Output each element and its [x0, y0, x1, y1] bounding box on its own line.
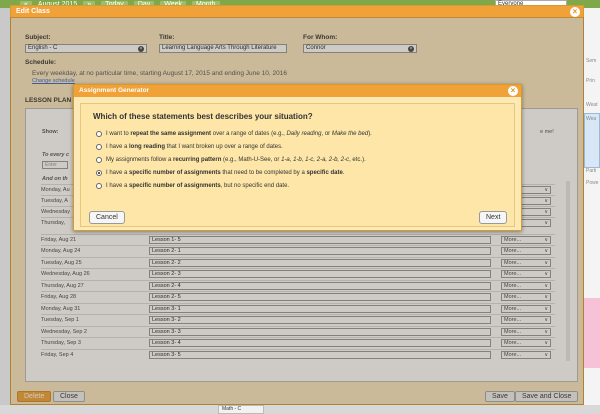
- decorative-image: [584, 298, 600, 368]
- option-no-end-date[interactable]: I have a specific number of assignments,…: [96, 181, 289, 190]
- sidebar-label: Parti: [586, 168, 597, 174]
- close-icon[interactable]: ×: [508, 86, 518, 96]
- radio-button[interactable]: [96, 156, 102, 163]
- sidebar-label: Weat: [586, 102, 598, 108]
- option-long-reading[interactable]: I have a long reading that I want broken…: [96, 142, 283, 151]
- generator-question: Which of these statements best describes…: [93, 112, 313, 121]
- calendar-bottom: Math - C: [0, 405, 600, 414]
- option-text: I have a specific number of assignments …: [106, 169, 345, 176]
- radio-button[interactable]: [96, 182, 102, 189]
- option-text: My assignments follow a recurring patter…: [106, 156, 366, 163]
- assignment-generator-dialog: Assignment Generator × Which of these st…: [73, 84, 522, 231]
- next-button[interactable]: Next: [479, 211, 508, 224]
- option-repeat[interactable]: I want to repeat the same assignment ove…: [96, 129, 372, 138]
- option-specific-date[interactable]: I have a specific number of assignments …: [96, 168, 344, 177]
- radio-button-selected[interactable]: [96, 169, 102, 176]
- option-text: I have a specific number of assignments,…: [106, 182, 290, 189]
- sidebar-label: Powe: [586, 180, 599, 186]
- radio-button[interactable]: [96, 143, 102, 150]
- assignment-generator-title: Assignment Generator: [74, 85, 521, 97]
- sidebar-label: Sem: [586, 58, 597, 64]
- radio-button[interactable]: [96, 130, 102, 137]
- option-text: I want to repeat the same assignment ove…: [106, 130, 372, 137]
- option-recurring-pattern[interactable]: My assignments follow a recurring patter…: [96, 155, 366, 164]
- cancel-button[interactable]: Cancel: [89, 211, 125, 224]
- option-text: I have a long reading that I want broken…: [106, 143, 283, 150]
- assignment-generator-body: Which of these statements best describes…: [80, 103, 515, 227]
- close-icon[interactable]: ×: [570, 7, 580, 17]
- sidebar-label: Wea: [586, 116, 597, 122]
- calendar-event[interactable]: Math - C: [218, 405, 264, 414]
- sidebar-label: Prin: [586, 78, 595, 84]
- right-sidebar: Sem Prin Weat Wea Parti Powe: [583, 8, 600, 414]
